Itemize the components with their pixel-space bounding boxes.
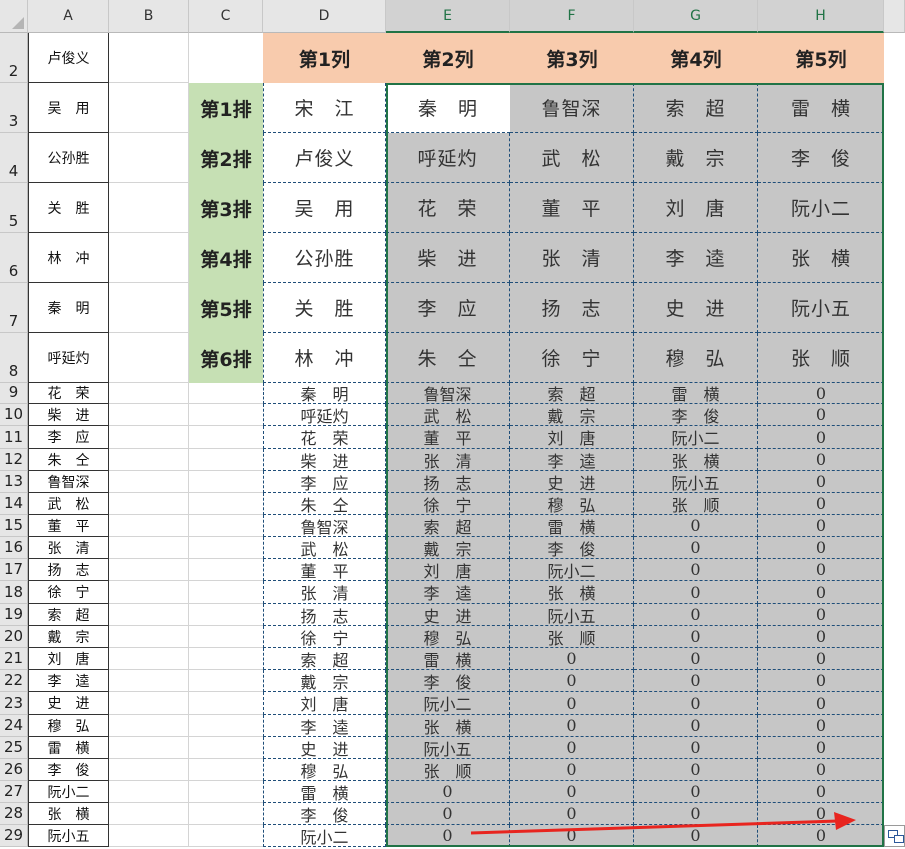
quick-analysis-icon[interactable]	[884, 825, 905, 847]
red-arrow-annotation	[470, 812, 856, 835]
